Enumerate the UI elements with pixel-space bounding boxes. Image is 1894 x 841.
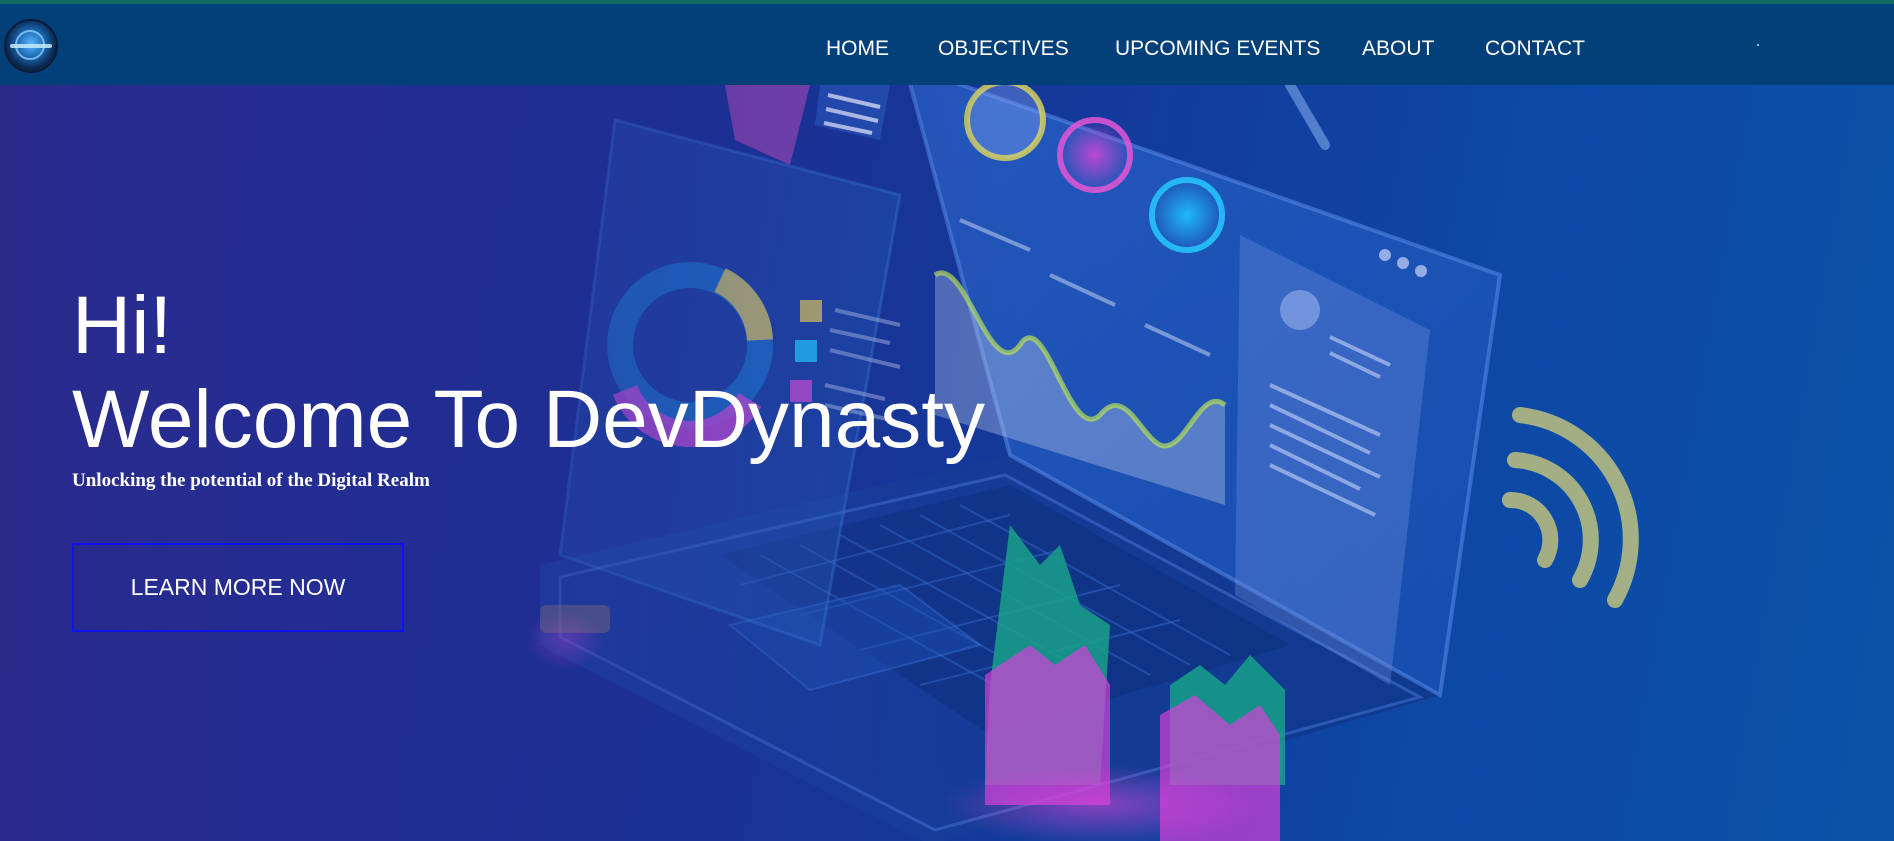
- learn-more-button[interactable]: LEARN MORE NOW: [72, 543, 404, 632]
- nav-objectives[interactable]: OBJECTIVES: [938, 36, 1069, 62]
- navbar: HOME OBJECTIVES UPCOMING EVENTS ABOUT CO…: [0, 4, 1894, 85]
- nav-home[interactable]: HOME: [826, 36, 889, 62]
- nav-about[interactable]: ABOUT: [1362, 36, 1434, 62]
- site-logo[interactable]: [6, 21, 56, 71]
- nav-upcoming-events[interactable]: UPCOMING EVENTS: [1115, 36, 1320, 62]
- nav-dot: [1757, 44, 1759, 46]
- hero-greeting: Hi!: [72, 280, 173, 371]
- logo-banner: [10, 44, 52, 48]
- nav-contact[interactable]: CONTACT: [1485, 36, 1585, 62]
- hero-section: Hi! Welcome To DevDynasty Unlocking the …: [0, 85, 1894, 841]
- hero-tagline: Unlocking the potential of the Digital R…: [72, 470, 430, 491]
- hero-headline: Welcome To DevDynasty: [72, 374, 985, 465]
